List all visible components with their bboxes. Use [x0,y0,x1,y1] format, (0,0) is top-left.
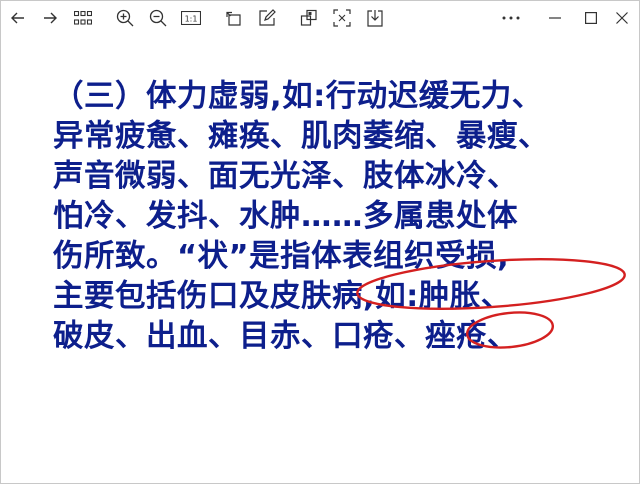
arrow-left-icon [11,12,24,24]
slide-line: 异常疲惫、瘫痪、肌肉萎缩、暴瘦、 [53,119,549,154]
slide-line: 怕冷、发抖、水肿……多属患处体 [53,199,518,234]
maximize-icon [585,12,597,24]
more-icon [502,16,520,20]
back-button[interactable] [6,6,30,30]
forward-button[interactable] [38,6,62,30]
edit-button[interactable] [255,6,279,30]
fullscreen-button[interactable] [330,6,354,30]
maximize-button[interactable] [579,6,603,30]
zoom-out-button[interactable] [146,6,170,30]
slide-line: 主要包括伤口及皮肤病,如:肿胀、 [53,279,512,314]
zoom-out-icon [149,9,167,27]
fullscreen-icon [333,9,351,27]
edit-icon [259,9,276,26]
slide-line: 伤所致。“状”是指体表组织受损, [53,239,510,274]
rotate-button[interactable] [222,6,246,30]
zoom-in-button[interactable] [113,6,137,30]
crop-button[interactable] [297,6,321,30]
crop-icon [300,9,317,26]
slide-line: 破皮、出血、目赤、口疮、痤疮、 [53,319,518,354]
close-button[interactable] [610,6,634,30]
slide-line: 声音微弱、面无光泽、肢体冰冷、 [53,159,518,194]
actual-size-icon: 1:1 [181,11,201,25]
actual-size-label: 1:1 [185,15,198,24]
toolbar: 1:1 [1,1,639,35]
arrow-right-icon [44,12,57,24]
rotate-icon [226,11,241,26]
slide-text: （三）体力虚弱,如:行动迟缓无力、 异常疲惫、瘫痪、肌肉萎缩、暴瘦、 声音微弱、… [53,77,549,357]
more-button[interactable] [499,6,523,30]
save-button[interactable] [363,6,387,30]
grid-icon [74,11,92,25]
minimize-button[interactable] [543,6,567,30]
zoom-in-icon [116,9,134,27]
slide-line: （三）体力虚弱,如:行动迟缓无力、 [53,79,543,114]
minimize-icon [549,17,561,19]
image-viewer-window: 1:1 （三）体力虚弱,如:行动迟缓无力、 异常疲惫、瘫痪、肌肉萎缩、暴瘦、 声… [0,0,640,484]
thumbnails-button[interactable] [71,6,95,30]
download-icon [367,10,383,27]
actual-size-button[interactable]: 1:1 [179,6,203,30]
close-icon [616,12,628,24]
